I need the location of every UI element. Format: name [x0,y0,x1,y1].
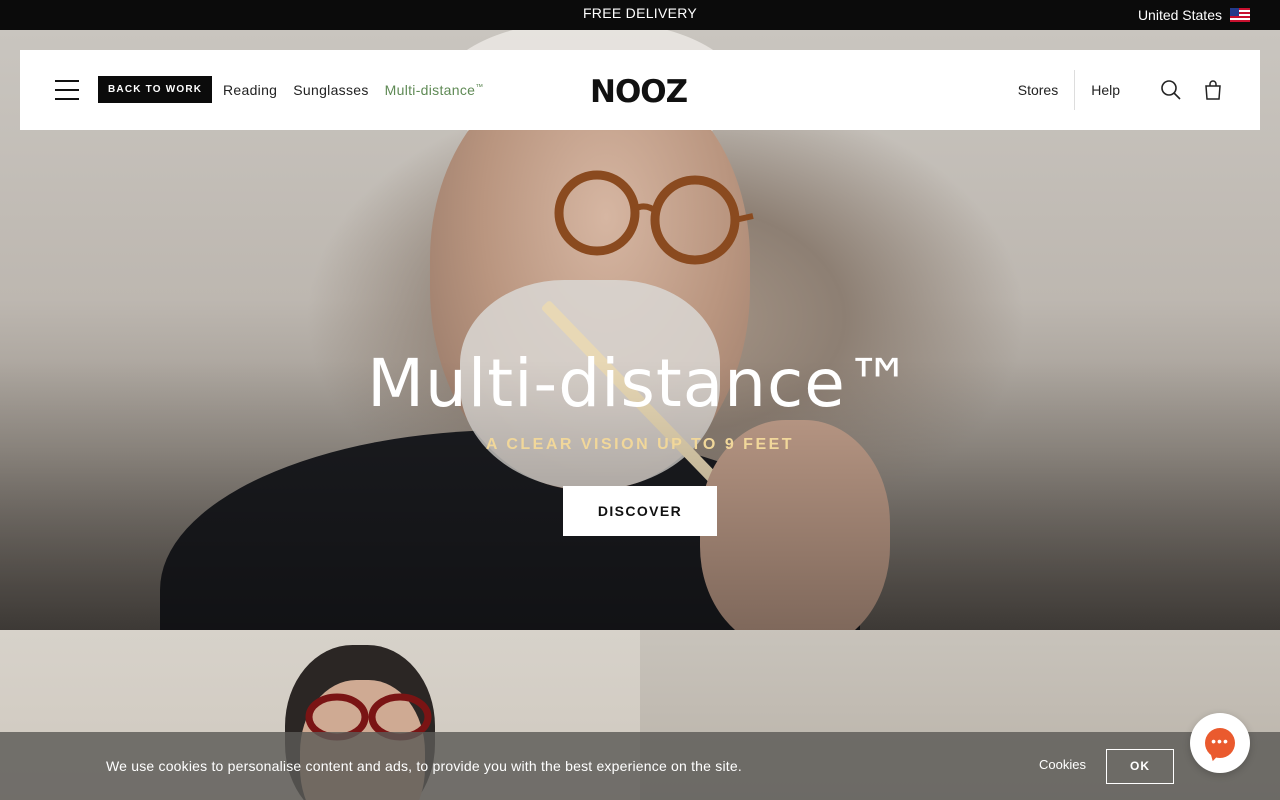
back-to-work-badge[interactable]: BACK TO WORK [98,76,213,103]
cookie-banner: We use cookies to personalise content an… [0,732,1280,800]
chat-bubble-shape: ••• [1205,728,1235,758]
nav-item-sunglasses[interactable]: Sunglasses [293,82,368,98]
country-selector[interactable]: United States [1138,0,1250,30]
promo-text: FREE DELIVERY [582,5,698,21]
stores-link[interactable]: Stores [1018,70,1076,110]
search-icon[interactable] [1160,79,1182,101]
menu-icon[interactable] [55,80,79,100]
us-flag-icon [1230,8,1250,22]
nav-item-reading[interactable]: Reading [223,82,277,98]
cookie-ok-button[interactable]: OK [1106,749,1174,784]
cookie-message: We use cookies to personalise content an… [106,758,742,774]
hero-content: Multi-distance™ A CLEAR VISION UP TO 9 F… [0,345,1280,536]
cookie-settings-link[interactable]: Cookies [1039,732,1086,800]
site-header: BACK TO WORK Reading Sunglasses Multi-di… [20,50,1260,130]
nav-item-multi-distance-label: Multi-distance [384,82,476,98]
hero-title: Multi-distance™ [367,345,913,422]
bag-icon[interactable] [1202,79,1224,101]
chat-dots: ••• [1211,733,1229,749]
nav-item-multi-distance[interactable]: Multi-distance™ [385,82,484,98]
discover-button[interactable]: DISCOVER [563,486,717,536]
main-nav: Reading Sunglasses Multi-distance™ [223,50,484,130]
trademark-mark: ™ [475,82,484,92]
chat-icon[interactable]: ••• [1190,713,1250,773]
help-link[interactable]: Help [1075,82,1140,98]
nooz-logo[interactable]: NOOZ [590,74,688,110]
announcement-bar: FREE DELIVERY United States [0,0,1280,30]
utility-nav: Stores Help [1018,50,1224,130]
hero-subtitle: A CLEAR VISION UP TO 9 FEET [485,436,795,453]
country-label: United States [1137,7,1222,23]
